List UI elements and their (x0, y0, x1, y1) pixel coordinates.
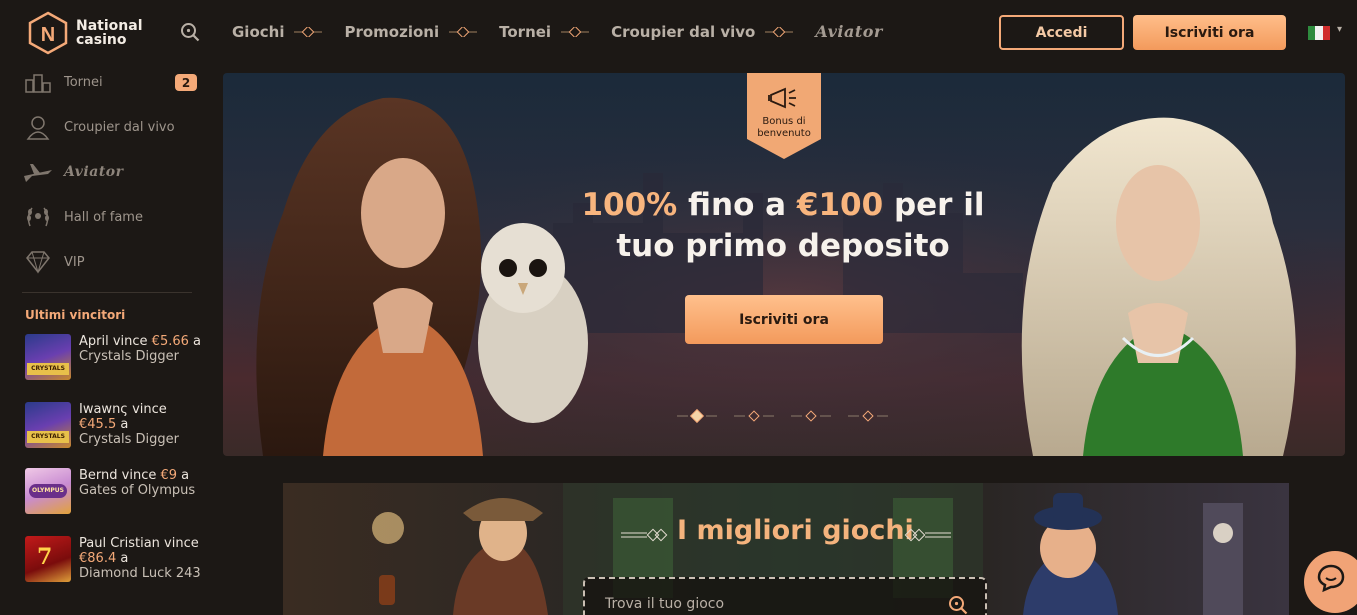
welcome-bonus-tag: Bonus di benvenuto (747, 73, 821, 159)
svg-text:N: N (41, 24, 55, 46)
winner-game: Crystals Digger (79, 432, 179, 447)
winner-amount: €9 (160, 468, 178, 483)
sidebar-item-tornei[interactable]: Tornei (22, 68, 103, 96)
chevron-down-icon[interactable]: ▾ (1337, 24, 1342, 35)
sidebar-divider (22, 292, 192, 293)
top-games-title: I migliori giochi (677, 515, 914, 546)
winner-connector: a (116, 417, 129, 432)
winner-amount: €5.66 (151, 334, 189, 349)
game-thumbnail: CRYSTALS (25, 402, 71, 448)
game-thumbnail: CRYSTALS (25, 334, 71, 380)
bonus-tag-text: Bonus di benvenuto (757, 116, 811, 139)
login-button[interactable]: Accedi (999, 15, 1124, 50)
winner-name: Paul Cristian vince (79, 536, 199, 551)
aviator-plane-icon (22, 158, 54, 186)
diamond-icon (22, 248, 54, 276)
nav-separator-icon (294, 26, 323, 37)
winner-item[interactable]: CRYSTALS April vince €5.66 a Crystals Dig… (25, 334, 209, 380)
laurel-icon (22, 203, 54, 231)
hero-title: 100% fino a €100 per il tuo primo deposi… (581, 187, 985, 264)
carousel-dot[interactable] (689, 408, 705, 424)
winner-game: Diamond Luck 243 (79, 566, 201, 581)
tornei-count-badge: 2 (175, 74, 197, 91)
nav-item-promozioni[interactable]: Promozioni (344, 23, 439, 41)
winner-connector: a (116, 551, 129, 566)
carousel-dot[interactable] (748, 410, 760, 422)
winner-item[interactable]: 7 Paul Cristian vince €86.4 a Diamond Luc… (25, 536, 209, 582)
brand-logo[interactable]: N National casino (27, 11, 143, 55)
top-games-section: I migliori giochi Trova il tuo gioco (283, 483, 1289, 615)
game-thumbnail: OLYMPUS (25, 468, 71, 514)
game-search-placeholder: Trova il tuo gioco (605, 596, 725, 612)
sidebar-item-hall-of-fame[interactable]: Hall of fame (22, 203, 143, 231)
hero-signup-button[interactable]: Iscriviti ora (685, 295, 883, 344)
winner-item[interactable]: OLYMPUS Bernd vince €9 a Gates of Olympus (25, 468, 209, 514)
carousel-dot[interactable] (862, 410, 874, 422)
nav-separator-icon (449, 26, 478, 37)
nav-separator-icon (561, 26, 590, 37)
winner-name: Iwawnς vince (79, 402, 167, 417)
winner-amount: €45.5 (79, 417, 117, 432)
sidebar-item-aviator[interactable]: Aviator (22, 158, 124, 186)
hero-banner: Bonus di benvenuto 100% fino a €100 per … (223, 73, 1345, 456)
nav-separator-icon (765, 26, 794, 37)
game-thumbnail: 7 (25, 536, 71, 582)
signup-button[interactable]: Iscriviti ora (1133, 15, 1286, 50)
winner-item[interactable]: CRYSTALS Iwawnς vince €45.5 a Crystals Dig… (25, 402, 209, 448)
nav-item-giochi[interactable]: Giochi (232, 23, 284, 41)
dealer-icon (22, 113, 54, 141)
brand-name: National casino (76, 18, 143, 48)
sidebar-item-label: Aviator (64, 164, 124, 180)
carousel-dots (677, 408, 888, 424)
sidebar-item-croupier[interactable]: Croupier dal vivo (22, 113, 175, 141)
sidebar-item-label: Hall of fame (64, 209, 143, 225)
search-icon[interactable] (180, 22, 200, 42)
sidebar-item-vip[interactable]: VIP (22, 248, 85, 276)
logo-hexagon-icon: N (27, 11, 69, 55)
carousel-dot[interactable] (805, 410, 817, 422)
sidebar-item-label: VIP (64, 254, 85, 270)
winners-title: Ultimi vincitori (25, 308, 126, 322)
sidebar-item-label: Tornei (64, 74, 103, 90)
sidebar-item-label: Croupier dal vivo (64, 119, 175, 135)
winner-connector: a (177, 468, 190, 483)
nav-item-tornei[interactable]: Tornei (499, 23, 551, 41)
winner-connector: a (188, 334, 201, 349)
winner-name: Bernd vince (79, 468, 161, 483)
top-header: N National casino Giochi Promozioni Torn… (0, 0, 1357, 66)
nav-item-croupier[interactable]: Croupier dal vivo (611, 23, 755, 41)
title-ornament-left-icon (621, 527, 669, 542)
nav-item-aviator[interactable]: Aviator (815, 22, 883, 41)
main-nav: Giochi Promozioni Tornei Croupier dal vi… (232, 22, 883, 41)
live-chat-button[interactable] (1304, 551, 1357, 613)
title-ornament-right-icon (903, 527, 951, 542)
tournament-icon (22, 68, 54, 96)
chat-bubble-icon (1317, 564, 1345, 593)
winner-name: April vince (79, 334, 152, 349)
sidebar: Tornei 2 Croupier dal vivo Aviator Hall … (0, 66, 215, 615)
search-icon[interactable] (948, 595, 968, 615)
winner-game: Gates of Olympus (79, 483, 196, 498)
winner-amount: €86.4 (79, 551, 117, 566)
language-flag-icon[interactable] (1308, 26, 1330, 40)
winner-game: Crystals Digger (79, 349, 179, 364)
